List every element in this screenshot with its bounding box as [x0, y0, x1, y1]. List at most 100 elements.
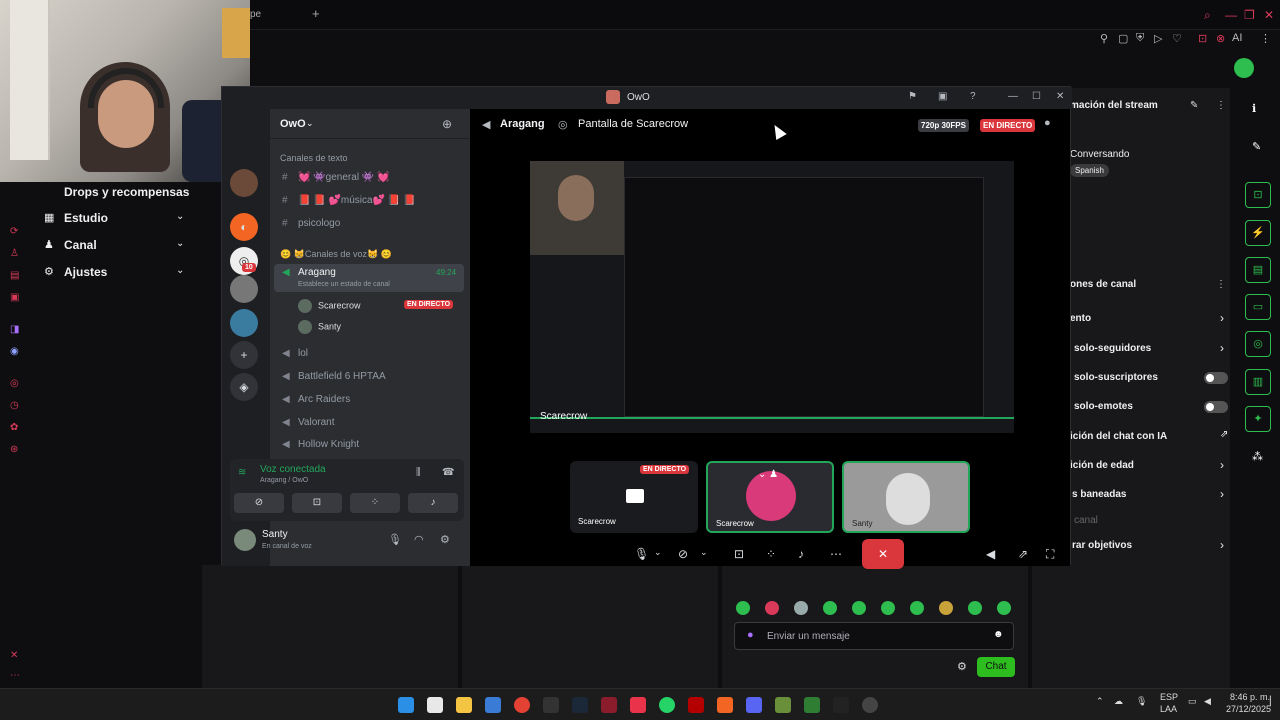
- wrench-icon[interactable]: ✦: [1245, 406, 1271, 432]
- whatsapp-icon[interactable]: [659, 697, 675, 713]
- text-channel[interactable]: # 💓 👾general 👾 💓: [282, 172, 390, 183]
- server-header[interactable]: OwO ⌄ ⊕: [270, 109, 470, 139]
- stage-channel[interactable]: Aragang: [500, 118, 545, 130]
- add-member-icon[interactable]: ⊕: [442, 117, 452, 131]
- chevron-down-icon[interactable]: ⌄: [654, 547, 662, 558]
- chevron-up-icon[interactable]: ⌃: [1096, 696, 1104, 707]
- camera-off-icon[interactable]: ⊘: [678, 547, 688, 561]
- chevron-down-icon[interactable]: ⌄: [176, 265, 184, 276]
- voice-connected-sub[interactable]: Aragang / OwO: [260, 477, 308, 484]
- discover-icon[interactable]: ◈: [230, 373, 258, 401]
- tag-badge[interactable]: Spanish: [1070, 164, 1109, 177]
- chevron-down-icon[interactable]: ⌄ ♟: [758, 469, 778, 480]
- emote-icon[interactable]: [736, 601, 750, 615]
- emote-icon[interactable]: [997, 601, 1011, 615]
- voice-channel[interactable]: ◀ lol: [282, 348, 308, 359]
- microphone-icon[interactable]: ●: [747, 629, 754, 641]
- active-voice-channel[interactable]: ◀ Aragang 49:24 Establece un estado de c…: [274, 264, 464, 292]
- participant-tile[interactable]: EN DIRECTO Scarecrow: [570, 461, 698, 533]
- close-icon[interactable]: ✕: [1264, 8, 1274, 22]
- activities-button[interactable]: ⁘: [350, 493, 400, 513]
- rail-icon[interactable]: ✿: [10, 422, 18, 433]
- voice-channel[interactable]: ◀ Battlefield 6 HPTAA: [282, 371, 386, 382]
- volume-icon[interactable]: ◀: [1204, 696, 1211, 707]
- discord-icon[interactable]: [746, 697, 762, 713]
- info-icon[interactable]: ℹ: [1252, 102, 1256, 115]
- chevron-right-icon[interactable]: ›: [1220, 341, 1224, 355]
- edit-icon[interactable]: ✎: [1190, 100, 1198, 111]
- participant-tile[interactable]: ⌄ ♟ Scarecrow: [706, 461, 834, 533]
- steam-icon[interactable]: [572, 697, 588, 713]
- microphone-icon[interactable]: 🎙: [634, 547, 649, 561]
- emote-icon[interactable]: [794, 601, 808, 615]
- microphone-icon[interactable]: 🎙: [388, 533, 402, 546]
- server-item[interactable]: [230, 169, 258, 197]
- participant-tile[interactable]: Santy: [842, 461, 970, 533]
- lock-icon[interactable]: ⊡: [1198, 32, 1207, 45]
- menu-icon[interactable]: ⋮: [1216, 279, 1226, 290]
- capcut-icon[interactable]: [833, 697, 849, 713]
- window-icon[interactable]: ▣: [938, 91, 947, 102]
- rail-icon[interactable]: ▣: [10, 292, 19, 303]
- nav-settings[interactable]: Ajustes: [64, 265, 107, 279]
- music-icon[interactable]: [630, 697, 646, 713]
- extension-icon[interactable]: ⚲: [1100, 32, 1108, 45]
- help-icon[interactable]: ?: [970, 91, 976, 102]
- text-channel[interactable]: # psicologo: [282, 218, 340, 229]
- headphones-icon[interactable]: ◠: [414, 533, 424, 546]
- maximize-icon[interactable]: ☐: [1032, 91, 1041, 102]
- signal-icon[interactable]: ≋: [238, 467, 246, 478]
- server-name[interactable]: OwO: [280, 118, 306, 130]
- option-row[interactable]: solo-seguidores: [1074, 343, 1151, 354]
- restore-icon[interactable]: ❐: [1244, 8, 1255, 22]
- microphone-icon[interactable]: 🎙: [1136, 696, 1147, 707]
- profile-avatar[interactable]: [1234, 58, 1254, 78]
- voice-connected-title[interactable]: Voz conectada: [260, 464, 326, 475]
- inbox-icon[interactable]: ⚑: [908, 91, 917, 102]
- voice-user[interactable]: Scarecrow: [298, 299, 361, 313]
- crunchyroll-icon[interactable]: [717, 697, 733, 713]
- ai-label[interactable]: AI: [1232, 32, 1242, 44]
- chevron-right-icon[interactable]: ›: [1220, 311, 1224, 325]
- twitch-icon[interactable]: ◨: [10, 324, 19, 335]
- main-stream-video[interactable]: Scarecrow: [530, 161, 1014, 433]
- bookmark-icon[interactable]: ▢: [1118, 32, 1128, 45]
- language-label[interactable]: ESP: [1160, 692, 1178, 702]
- chevron-right-icon[interactable]: ›: [1220, 487, 1224, 501]
- voice-channel[interactable]: ◀ Valorant: [282, 417, 335, 428]
- app-icon[interactable]: [601, 697, 617, 713]
- chevron-right-icon[interactable]: ›: [1220, 538, 1224, 552]
- rail-icon[interactable]: ⟳: [10, 226, 18, 237]
- list-icon[interactable]: ▤: [1245, 257, 1271, 283]
- nav-channel[interactable]: Canal: [64, 238, 97, 252]
- broadcast-icon[interactable]: ◎: [1245, 331, 1271, 357]
- voice-channel[interactable]: ◀ Arc Raiders: [282, 394, 350, 405]
- popout-icon[interactable]: ⇗: [1018, 547, 1028, 561]
- shield-icon[interactable]: ⛨: [1136, 32, 1144, 45]
- emoji-icon[interactable]: ☻: [993, 629, 1004, 640]
- emote-icon[interactable]: [881, 601, 895, 615]
- more-icon[interactable]: ⋯: [10, 670, 20, 681]
- user-name[interactable]: Santy: [262, 529, 288, 540]
- notification-icon[interactable]: ▏: [1270, 696, 1277, 707]
- menu-icon[interactable]: ⋮: [1260, 32, 1271, 45]
- chat-input[interactable]: ● Enviar un mensaje ☻: [734, 622, 1014, 650]
- folder-icon[interactable]: [456, 697, 472, 713]
- network-icon[interactable]: ▭: [1188, 696, 1197, 707]
- minimize-icon[interactable]: —: [1008, 91, 1018, 102]
- search-icon[interactable]: ⌕: [1204, 8, 1211, 23]
- disconnect-icon[interactable]: ☎: [442, 467, 454, 478]
- gear-icon[interactable]: ⚙: [440, 533, 450, 546]
- start-icon[interactable]: [398, 697, 414, 713]
- option-row[interactable]: s baneadas: [1072, 489, 1126, 500]
- chevron-right-icon[interactable]: ›: [1220, 458, 1224, 472]
- apps-icon[interactable]: ⁂: [1252, 450, 1263, 463]
- emote-icon[interactable]: [968, 601, 982, 615]
- emote-icon[interactable]: [852, 601, 866, 615]
- add-server-icon[interactable]: +: [230, 341, 258, 369]
- more-icon[interactable]: ⋯: [830, 547, 842, 561]
- rail-icon[interactable]: ⊛: [10, 444, 18, 455]
- server-item[interactable]: [230, 275, 258, 303]
- play-icon[interactable]: ▷: [1154, 32, 1162, 45]
- close-icon[interactable]: ✕: [1056, 91, 1064, 102]
